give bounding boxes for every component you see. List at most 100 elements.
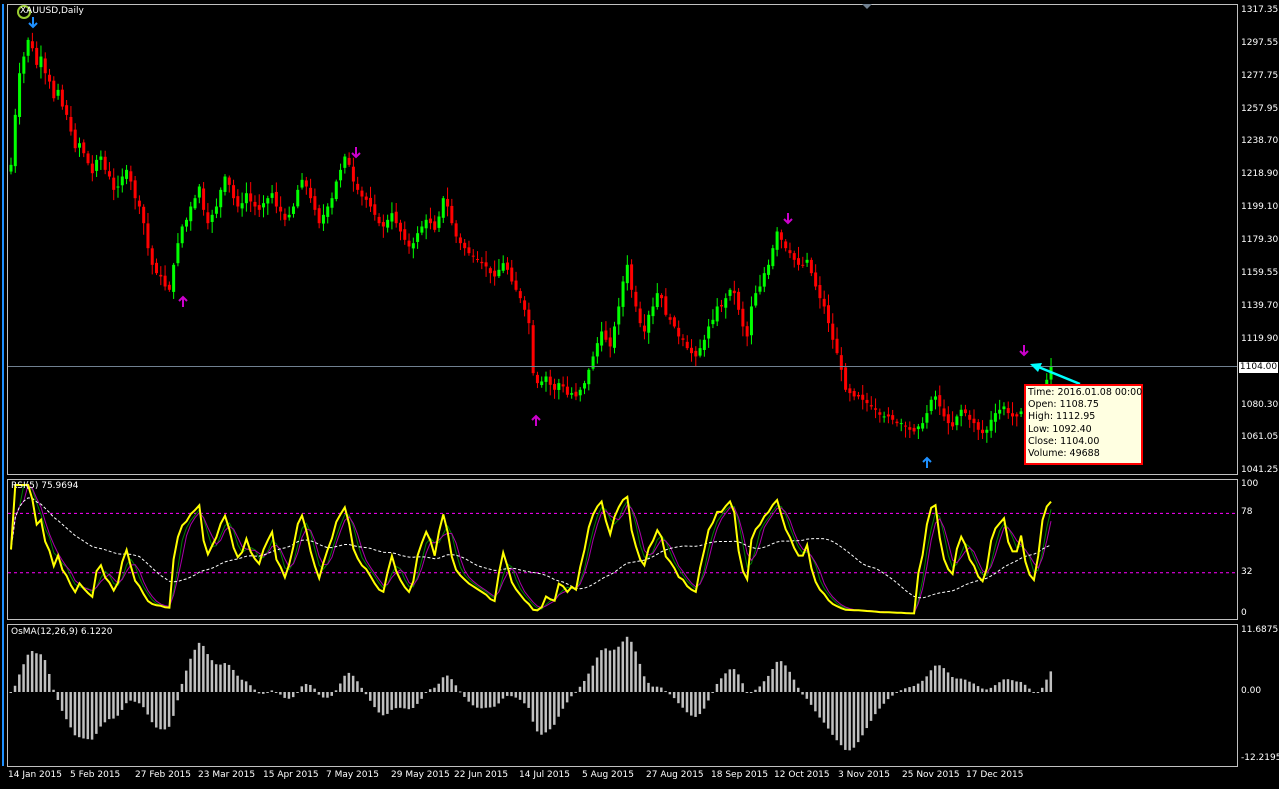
candle-body	[488, 268, 492, 274]
price-tick-label: 1297.55	[1241, 37, 1279, 48]
osma-bar	[904, 688, 907, 692]
osma-bar	[604, 648, 607, 692]
candle-body	[647, 314, 651, 333]
candle-body	[831, 323, 835, 340]
osma-bar	[232, 669, 235, 692]
candle-body	[535, 374, 539, 384]
chart-window[interactable]: XAUUSD,Daily RSI(5) 75.9694 OsMA(12,26,9…	[0, 0, 1279, 786]
rsi-tick-label: 78	[1241, 507, 1253, 518]
osma-bar	[741, 683, 744, 692]
osma-bar	[129, 692, 132, 701]
price-tick-label: 1277.75	[1241, 70, 1279, 81]
price-tick-label: 1139.70	[1241, 300, 1279, 311]
osma-bar	[262, 692, 265, 694]
candle-body	[240, 203, 244, 209]
osma-bar	[180, 683, 184, 692]
osma-bar	[390, 692, 393, 710]
time-tick-label: 15 Apr 2015	[263, 770, 319, 780]
candle-body	[749, 306, 753, 336]
osma-bar	[583, 680, 586, 692]
candle-body	[809, 259, 813, 274]
candle-body	[339, 169, 343, 181]
osma-bar	[249, 685, 252, 692]
osma-bar	[891, 692, 894, 696]
osma-bar	[505, 692, 509, 696]
candle-body	[52, 80, 56, 99]
price-tick-label: 1159.55	[1241, 267, 1279, 278]
candle-body	[197, 186, 201, 198]
candle-body	[672, 317, 676, 327]
candle-body	[386, 219, 390, 228]
osma-bar	[172, 692, 175, 716]
price-tick-label: 1317.35	[1241, 5, 1279, 15]
osma-bar	[946, 672, 950, 692]
candle-body	[176, 243, 180, 264]
candle-body	[570, 393, 574, 395]
osma-bar	[184, 670, 188, 692]
candle-body	[612, 326, 616, 348]
osma-bar	[133, 692, 137, 702]
candle-body	[99, 156, 103, 160]
osma-bar	[240, 679, 244, 692]
osma-bar	[587, 673, 590, 692]
candle-body	[296, 189, 300, 207]
osma-bar	[728, 669, 732, 692]
osma-bar	[617, 646, 620, 692]
candle-body	[801, 264, 805, 266]
price-tick-label: 1061.05	[1241, 432, 1279, 442]
markers-layer	[17, 5, 1081, 468]
candle-body	[313, 196, 317, 210]
osma-bar	[886, 692, 890, 700]
candle-body	[30, 41, 34, 49]
candle-body	[257, 205, 261, 210]
candle-body	[989, 419, 993, 431]
pointer-arrow-line	[1035, 364, 1081, 386]
osma-bar	[493, 692, 496, 707]
osma-bar	[719, 678, 723, 692]
osma-bar	[578, 686, 582, 692]
candle-body	[343, 156, 347, 168]
candle-body	[356, 183, 360, 190]
arrow-up-icon	[178, 295, 188, 307]
osma-bar	[283, 692, 286, 698]
osma-bar	[296, 692, 299, 693]
osma-bar	[193, 649, 197, 692]
shift-marker-icon[interactable]	[862, 4, 872, 9]
candle-body	[660, 294, 664, 299]
candle-body	[574, 391, 578, 397]
osma-bar	[779, 661, 783, 692]
time-tick-label: 5 Aug 2015	[582, 770, 634, 780]
rsi-line	[10, 484, 1052, 615]
candle-body	[651, 306, 655, 317]
candle-body	[274, 191, 278, 207]
candle-body	[458, 237, 462, 244]
candle-body	[279, 206, 283, 212]
candle-body	[210, 214, 214, 222]
osma-bar	[356, 681, 359, 692]
price-tick-label: 1199.10	[1241, 202, 1279, 212]
candle-body	[707, 326, 711, 339]
osma-bar	[998, 682, 1001, 692]
osma-bar	[690, 692, 693, 716]
candle-body	[193, 198, 197, 209]
osma-bar	[942, 668, 946, 692]
osma-bar	[591, 665, 595, 692]
candle-body	[317, 208, 321, 224]
price-tick-label: 1179.30	[1241, 235, 1279, 245]
candle-body	[480, 261, 484, 264]
candle-body	[321, 214, 325, 224]
time-tick-label: 22 Jun 2015	[454, 770, 509, 780]
osma-bar	[655, 686, 659, 692]
candle-body	[129, 171, 133, 182]
candle-body	[899, 423, 903, 425]
candle-body	[283, 213, 287, 220]
candle-body	[741, 308, 745, 327]
osma-tick-label: 0.00	[1241, 686, 1262, 696]
candle-body	[501, 263, 505, 271]
osma-bar	[377, 692, 381, 713]
osma-bar	[458, 691, 462, 693]
candle-body	[146, 223, 150, 249]
candle-body	[13, 114, 17, 167]
osma-bar	[762, 681, 766, 692]
candle-body	[398, 222, 402, 232]
